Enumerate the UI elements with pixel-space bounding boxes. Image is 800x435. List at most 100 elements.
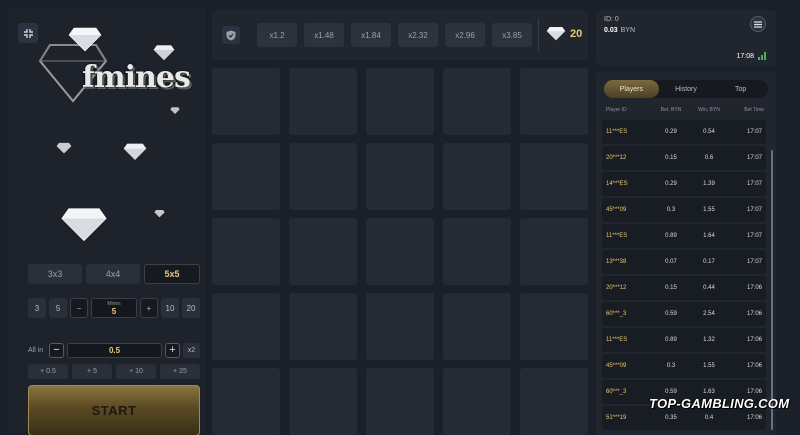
cell-bet: 0.3 [666,363,676,369]
cell-win: 0.17 [703,259,715,265]
table-header: Player ID Bet, BYN Win, BYN Bet Time [606,107,764,113]
table-row: 45***09 0.3 1.55 17:07 [602,198,766,222]
grid-cell[interactable] [443,143,511,210]
cell-win: 1.39 [703,181,715,187]
table-row: 20***12 0.15 0.44 17:06 [602,276,766,300]
mines-count-display: Mines 5 [91,298,137,318]
bet-amount-input[interactable]: 0.5 [67,342,162,358]
grid-cell[interactable] [520,368,588,435]
balance: 0.03 BYN [604,27,635,34]
mines-increase-button[interactable]: + [139,298,158,318]
multiplier-bar: x1.2 x1.48 x1.84 x2.32 x2.96 x3.85 20 [212,10,588,60]
cell-win: 1.64 [703,233,715,239]
cell-bet-time: 17:07 [746,181,762,187]
table-row: 11***ES 0.89 1.64 17:07 [602,224,766,248]
grid-cell[interactable] [212,293,280,360]
cell-bet: 0.35 [665,415,677,421]
size-3x3-button[interactable]: 3x3 [28,264,82,284]
grid-cell[interactable] [212,68,280,135]
scrollbar[interactable] [771,150,773,430]
multiplier-step: x1.2 [257,23,297,47]
grid-cell[interactable] [443,68,511,135]
diamond-icon [170,107,180,115]
mines-preset-3-button[interactable]: 3 [28,298,47,318]
grid-cell[interactable] [212,143,280,210]
cell-player-id: 13***38 [606,259,627,265]
mines-preset-5-button[interactable]: 5 [49,298,68,318]
start-button[interactable]: START [28,385,200,435]
cell-bet-time: 17:06 [746,337,762,343]
quick-bet-0.5-button[interactable]: + 0.5 [28,364,68,379]
size-5x5-button[interactable]: 5x5 [144,264,200,284]
cell-player-id: 14***ES [606,181,628,187]
grid-cell[interactable] [520,143,588,210]
cell-bet-time: 17:06 [746,415,762,421]
bet-increase-button[interactable]: + [165,342,180,358]
cell-bet: 0.3 [666,207,676,213]
bet-double-button[interactable]: x2 [183,342,200,358]
cell-bet: 0.29 [665,129,677,135]
grid-size-selector: 3x3 4x4 5x5 [28,264,200,284]
grid-cell[interactable] [366,293,434,360]
grid-cell[interactable] [289,143,357,210]
grid-cell[interactable] [520,68,588,135]
shield-icon[interactable] [222,26,240,44]
grid-cell[interactable] [289,293,357,360]
mines-decrease-button[interactable]: − [70,298,89,318]
multiplier-step: x3.85 [492,23,532,47]
quick-bet-10-button[interactable]: + 10 [116,364,156,379]
menu-icon[interactable] [750,16,766,32]
grid-cell[interactable] [443,293,511,360]
cell-player-id: 11***ES [606,129,628,135]
diamond-icon [123,143,147,160]
diamond-icon [68,27,102,52]
grid-cell[interactable] [366,218,434,285]
collapse-icon[interactable] [18,23,38,43]
cell-bet: 0.89 [665,337,677,343]
grid-cell[interactable] [366,368,434,435]
all-in-button[interactable]: All in [28,347,46,354]
cell-bet: 0.89 [665,233,677,239]
grid-cell[interactable] [212,218,280,285]
multiplier-step: x1.48 [304,23,344,47]
mines-preset-10-button[interactable]: 10 [160,298,179,318]
grid-cell[interactable] [443,218,511,285]
mines-preset-20-button[interactable]: 20 [181,298,201,318]
multiplier-step: x2.32 [398,23,438,47]
tab-players[interactable]: Players [604,80,659,98]
tab-history[interactable]: History [659,80,714,98]
cell-win: 0.44 [703,285,715,291]
grid-cell[interactable] [212,368,280,435]
mines-selector: 3 5 − Mines 5 + 10 20 [28,298,201,318]
watermark: TOP-GAMBLING.COM [649,396,790,411]
cell-bet: 0.15 [665,285,677,291]
cell-player-id: 60***_3 [606,311,627,317]
logo-text: fmines [82,60,191,95]
table-row: 60***_3 0.59 2.54 17:06 [602,302,766,326]
bet-decrease-button[interactable]: − [49,342,64,358]
tab-top[interactable]: Top [713,80,768,98]
grid-cell[interactable] [289,218,357,285]
grid-cell[interactable] [520,218,588,285]
table-row: 20***12 0.15 0.6 17:07 [602,146,766,170]
quick-bet-5-button[interactable]: + 5 [72,364,112,379]
grid-cell[interactable] [520,293,588,360]
cell-bet: 0.59 [665,389,677,395]
grid-cell[interactable] [366,143,434,210]
table-row: 45***09 0.3 1.55 17:06 [602,354,766,378]
grid-cell[interactable] [289,368,357,435]
grid-cell[interactable] [366,68,434,135]
players-panel: Players History Top Player ID Bet, BYN W… [596,72,776,435]
control-panel: fmines 3x3 4x4 5x5 3 5 − Mines 5 + 10 20… [8,8,206,435]
cell-player-id: 11***ES [606,233,628,239]
multiplier-step: x1.84 [351,23,391,47]
quick-bet-25-button[interactable]: + 25 [160,364,200,379]
header-bet: Bet, BYN [660,107,682,113]
diamond-icon [154,209,165,218]
grid-cell[interactable] [443,368,511,435]
cell-bet-time: 17:06 [746,363,762,369]
cell-bet-time: 17:07 [746,129,762,135]
size-4x4-button[interactable]: 4x4 [86,264,140,284]
cell-player-id: 51***19 [606,415,627,421]
grid-cell[interactable] [289,68,357,135]
